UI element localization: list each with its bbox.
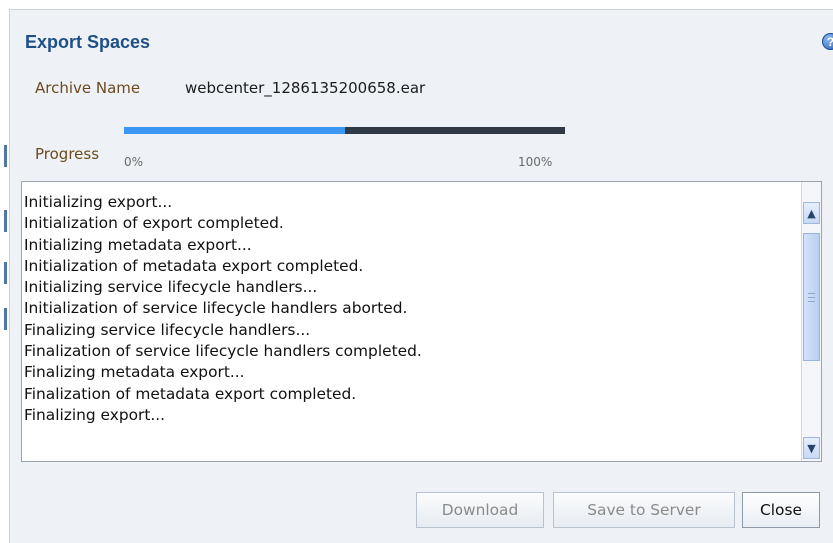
log-line: Initialization of service lifecycle hand…	[24, 299, 408, 318]
archive-name-label: Archive Name	[35, 79, 141, 97]
scroll-down-icon[interactable]: ▼	[803, 437, 820, 459]
export-log[interactable]: Initializing export... Initialization of …	[21, 181, 822, 462]
dialog-title: Export Spaces	[25, 32, 151, 52]
progress-bar	[124, 127, 565, 134]
log-line: Initializing service lifecycle handlers.…	[24, 278, 318, 297]
log-line: Finalization of metadata export complete…	[24, 384, 357, 403]
log-line: Finalizing metadata export...	[24, 363, 245, 382]
left-edge-strip	[0, 0, 9, 543]
close-button[interactable]: Close	[742, 492, 820, 528]
grip-icon	[808, 292, 815, 302]
progress-label: Progress	[35, 145, 100, 163]
log-line: Initialization of metadata export comple…	[24, 256, 364, 275]
download-button[interactable]: Download	[416, 492, 544, 528]
archive-name-value: webcenter_1286135200658.ear	[185, 79, 426, 97]
log-line: Initializing export...	[24, 193, 173, 211]
scrollbar-thumb[interactable]	[803, 233, 820, 361]
progress-min-label: 0%	[124, 155, 144, 169]
progress-max-label: 100%	[518, 155, 553, 169]
log-scrollbar[interactable]: ▲ ▼	[801, 182, 821, 461]
log-line: Finalization of service lifecycle handle…	[24, 342, 422, 361]
edge-marker	[4, 308, 7, 330]
log-line: Initializing metadata export...	[24, 235, 252, 254]
edge-marker	[4, 145, 7, 167]
help-icon[interactable]: ?	[822, 33, 833, 50]
log-lines: Initializing export... Initialization of …	[24, 192, 795, 426]
progress-bar-fill	[124, 127, 345, 134]
save-to-server-button[interactable]: Save to Server	[553, 492, 735, 528]
scroll-up-icon[interactable]: ▲	[803, 202, 820, 224]
log-line: Finalizing export...	[24, 405, 166, 424]
edge-marker	[4, 262, 7, 284]
log-line: Initialization of export completed.	[24, 214, 284, 233]
edge-marker	[4, 210, 7, 232]
log-line: Finalizing service lifecycle handlers...	[24, 320, 311, 339]
